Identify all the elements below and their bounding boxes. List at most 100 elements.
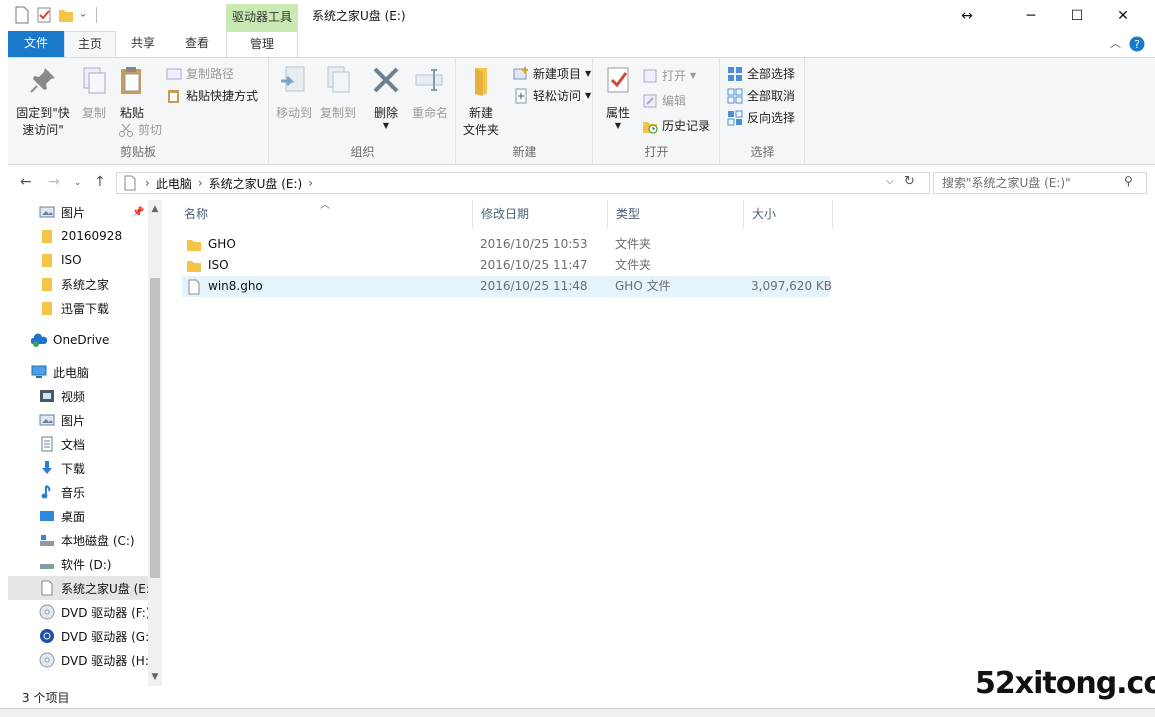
nav-item-xitongzhijia[interactable]: 系统之家 (8, 272, 148, 296)
copy-icon (83, 67, 106, 94)
folder-icon (42, 230, 52, 243)
recent-locations-chevron-icon[interactable]: ⌄ (74, 178, 82, 188)
nav-item-videos[interactable]: 视频 (8, 384, 148, 408)
resize-icon[interactable]: ↔ (944, 0, 990, 31)
nav-item-dvd-g[interactable]: DVD 驱动器 (G: (8, 624, 148, 648)
nav-item-onedrive[interactable]: OneDrive (8, 328, 148, 352)
nav-item-iso[interactable]: ISO (8, 248, 148, 272)
column-header-name[interactable]: 名称 (176, 200, 473, 228)
collapse-ribbon-icon[interactable]: ︿ (1110, 35, 1121, 51)
nav-item-20160928[interactable]: 20160928 (8, 224, 148, 248)
column-header-size[interactable]: 大小 (744, 200, 833, 228)
tab-share[interactable]: 共享 (118, 31, 168, 57)
nav-item-label: DVD 驱动器 (G: (61, 629, 148, 644)
delete-button[interactable]: 删除 ▼ (368, 64, 404, 130)
properties-check-icon[interactable] (36, 6, 52, 24)
folder-icon (42, 278, 52, 291)
nav-item-thunder-downloads[interactable]: 迅雷下载 (8, 296, 148, 320)
column-header-date[interactable]: 修改日期 (473, 200, 608, 228)
new-folder-button[interactable]: 新建 文件夹 (459, 64, 503, 139)
nav-item-music[interactable]: 音乐 (8, 480, 148, 504)
scroll-thumb[interactable] (150, 278, 160, 578)
nav-item-dvd-f[interactable]: DVD 驱动器 (F:) (8, 600, 148, 624)
refresh-icon[interactable]: ↻ (904, 174, 915, 189)
properties-label: 属性 (605, 106, 630, 120)
copy-path-button[interactable]: 复制路径 (166, 64, 234, 84)
invert-selection-button[interactable]: 反向选择 (727, 108, 795, 128)
help-icon[interactable]: ? (1129, 36, 1145, 52)
easy-access-button[interactable]: 轻松访问 ▼ (513, 86, 591, 106)
desktop-icon (40, 511, 54, 521)
nav-item-pictures[interactable]: 图片 (8, 408, 148, 432)
nav-item-pictures-quick[interactable]: 图片 📌 (8, 200, 148, 224)
open-button[interactable]: 打开 ▼ (642, 66, 696, 86)
edit-icon (643, 94, 657, 108)
chevron-down-icon[interactable] (80, 6, 90, 24)
open-group: 属性 ▼ 打开 ▼ 编辑 历史记录 打开 (594, 58, 720, 164)
window-title: 系统之家U盘 (E:) (312, 9, 406, 23)
search-input[interactable]: 搜索"系统之家U盘 (E:)" (933, 172, 1147, 194)
file-row-gho[interactable]: GHO 2016/10/25 10:53 文件夹 (182, 234, 830, 255)
nav-item-downloads[interactable]: 下载 (8, 456, 148, 480)
breadcrumb-usb-drive[interactable]: 系统之家U盘 (E:) (209, 175, 303, 192)
up-arrow-icon[interactable]: ↑ (94, 174, 106, 190)
tab-file[interactable]: 文件 (8, 31, 64, 57)
maximize-button[interactable]: ☐ (1054, 0, 1100, 31)
copy-to-icon (327, 66, 350, 93)
nav-item-drive-c[interactable]: 本地磁盘 (C:) (8, 528, 148, 552)
properties-dropdown-icon[interactable]: ▼ (598, 122, 638, 130)
delete-dropdown-icon[interactable]: ▼ (368, 122, 404, 130)
forward-arrow-icon[interactable]: → (48, 174, 60, 190)
copy-button[interactable]: 复制 (76, 64, 112, 122)
tab-manage[interactable]: 管理 (226, 31, 298, 57)
address-bar[interactable]: › 此电脑 › 系统之家U盘 (E:) › (116, 172, 930, 194)
edit-button[interactable]: 编辑 (642, 91, 686, 111)
file-row-win8-gho[interactable]: win8.gho 2016/10/25 11:48 GHO 文件 3,097,6… (182, 276, 832, 297)
nav-item-drive-d[interactable]: 软件 (D:) (8, 552, 148, 576)
pictures-icon (39, 206, 55, 218)
nav-scrollbar[interactable]: ▲ ▼ (148, 200, 162, 686)
column-header-type[interactable]: 类型 (608, 200, 744, 228)
select-none-button[interactable]: 全部取消 (727, 86, 795, 106)
delete-x-icon (373, 67, 399, 93)
rename-button[interactable]: 重命名 (408, 64, 452, 122)
move-to-icon (281, 66, 305, 92)
file-row-iso[interactable]: ISO 2016/10/25 11:47 文件夹 (182, 255, 830, 276)
nav-item-usb-drive-e[interactable]: 系统之家U盘 (E: (8, 576, 148, 600)
nav-item-label: 视频 (61, 389, 86, 404)
nav-item-this-pc[interactable]: 此电脑 (8, 360, 148, 384)
copy-to-button[interactable]: 复制到 (318, 64, 358, 122)
drive-icon (40, 535, 54, 546)
properties-button[interactable]: 属性 ▼ (598, 64, 638, 130)
nav-item-dvd-h[interactable]: DVD 驱动器 (H: (8, 648, 148, 672)
document-icon[interactable] (14, 6, 30, 24)
scroll-up-icon[interactable]: ▲ (148, 202, 162, 216)
cut-button[interactable]: 剪切 (118, 120, 162, 140)
address-dropdown-icon[interactable]: ⌵ (886, 176, 894, 187)
select-all-button[interactable]: 全部选择 (727, 64, 795, 84)
file-name: ISO (208, 258, 229, 272)
tab-home[interactable]: 主页 (64, 31, 116, 58)
nav-item-desktop[interactable]: 桌面 (8, 504, 148, 528)
breadcrumb-this-pc[interactable]: 此电脑 (156, 175, 192, 192)
rename-label: 重命名 (411, 106, 448, 120)
search-icon[interactable]: ⚲ (1124, 174, 1133, 188)
paste-button[interactable]: 粘贴 (114, 64, 150, 122)
nav-item-documents[interactable]: 文档 (8, 432, 148, 456)
pin-quick-access-button[interactable]: 固定到"快速访问" (12, 64, 74, 139)
history-button[interactable]: 历史记录 (642, 116, 710, 136)
tab-view[interactable]: 查看 (172, 31, 222, 57)
back-arrow-icon[interactable]: ← (20, 174, 32, 190)
copy-to-label: 复制到 (319, 106, 356, 120)
close-button[interactable]: ✕ (1100, 0, 1146, 31)
nav-item-label: 此电脑 (53, 365, 90, 380)
minimize-button[interactable]: ─ (1008, 0, 1054, 31)
nav-item-label: 软件 (D:) (61, 557, 112, 572)
new-item-button[interactable]: 新建项目 ▼ (513, 64, 591, 84)
properties-icon (607, 67, 629, 93)
move-to-button[interactable]: 移动到 (274, 64, 314, 122)
scroll-down-icon[interactable]: ▼ (148, 670, 162, 684)
new-folder-icon[interactable] (58, 6, 74, 24)
pin-icon[interactable]: 📌 (132, 207, 144, 218)
paste-shortcut-button[interactable]: 粘贴快捷方式 (166, 86, 258, 106)
